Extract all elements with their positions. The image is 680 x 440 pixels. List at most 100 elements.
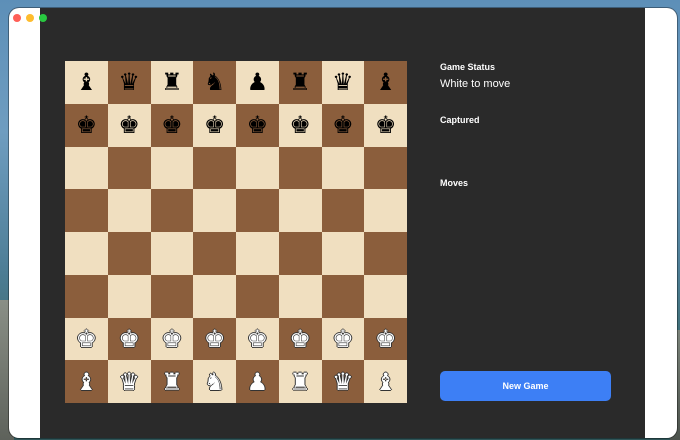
board-square[interactable] [107,189,151,232]
board-square[interactable] [193,274,236,318]
white-rook-icon[interactable]: ♜ [289,370,311,394]
white-king-icon[interactable]: ♚ [118,327,140,351]
board-square[interactable] [107,146,151,190]
board-square[interactable] [65,146,108,190]
black-king-icon[interactable]: ♚ [332,113,354,137]
board-square[interactable] [150,274,194,318]
white-bishop-icon[interactable]: ♝ [76,370,98,394]
black-king-icon[interactable]: ♚ [247,113,269,137]
board-square[interactable]: ♛ [107,61,151,104]
black-king-icon[interactable]: ♚ [76,113,98,137]
board-square[interactable]: ♚ [364,317,407,361]
white-king-icon[interactable]: ♚ [161,327,183,351]
board-square[interactable] [236,232,279,275]
white-queen-icon[interactable]: ♛ [332,370,354,394]
black-king-icon[interactable]: ♚ [118,113,140,137]
white-rook-icon[interactable]: ♜ [161,370,183,394]
white-pawn-icon[interactable]: ♟ [247,370,269,394]
board-square[interactable]: ♟ [236,61,279,104]
white-king-icon[interactable]: ♚ [204,327,226,351]
board-square[interactable]: ♚ [193,317,236,361]
new-game-button[interactable]: New Game [440,371,611,401]
board-square[interactable]: ♝ [65,360,108,403]
minimize-button[interactable] [26,14,34,22]
black-rook-icon[interactable]: ♜ [289,70,311,94]
board-square[interactable] [107,274,151,318]
black-queen-icon[interactable]: ♛ [332,70,354,94]
white-king-icon[interactable]: ♚ [289,327,311,351]
board-square[interactable]: ♚ [321,317,365,361]
black-pawn-icon[interactable]: ♟ [247,70,269,94]
board-square[interactable] [364,189,407,232]
board-square[interactable]: ♚ [150,317,194,361]
board-square[interactable]: ♚ [65,103,108,147]
board-square[interactable]: ♜ [150,61,194,104]
board-square[interactable] [321,189,365,232]
board-square[interactable]: ♜ [278,360,322,403]
board-square[interactable]: ♚ [321,103,365,147]
black-king-icon[interactable]: ♚ [289,113,311,137]
board-square[interactable]: ♚ [107,317,151,361]
board-square[interactable]: ♟ [236,360,279,403]
black-knight-icon[interactable]: ♞ [204,70,226,94]
black-rook-icon[interactable]: ♜ [161,70,183,94]
black-queen-icon[interactable]: ♛ [118,70,140,94]
board-square[interactable]: ♜ [278,61,322,104]
board-square[interactable]: ♝ [364,360,407,403]
board-square[interactable]: ♛ [321,360,365,403]
white-king-icon[interactable]: ♚ [247,327,269,351]
board-square[interactable] [364,146,407,190]
board-square[interactable] [236,274,279,318]
board-square[interactable] [236,146,279,190]
board-square[interactable] [65,232,108,275]
board-square[interactable]: ♛ [321,61,365,104]
board-square[interactable] [107,232,151,275]
board-square[interactable] [278,232,322,275]
board-square[interactable] [150,146,194,190]
board-square[interactable] [193,232,236,275]
board-square[interactable] [150,232,194,275]
board-square[interactable] [278,189,322,232]
white-king-icon[interactable]: ♚ [332,327,354,351]
white-bishop-icon[interactable]: ♝ [375,370,397,394]
board-square[interactable] [236,189,279,232]
board-square[interactable] [193,146,236,190]
board-square[interactable] [65,189,108,232]
board-square[interactable] [364,274,407,318]
board-square[interactable]: ♚ [65,317,108,361]
board-square[interactable]: ♛ [107,360,151,403]
board-square[interactable] [150,189,194,232]
board-square[interactable]: ♚ [278,103,322,147]
board-square[interactable] [65,274,108,318]
board-square[interactable]: ♚ [193,103,236,147]
board-square[interactable]: ♚ [236,317,279,361]
close-button[interactable] [13,14,21,22]
black-bishop-icon[interactable]: ♝ [76,70,98,94]
board-square[interactable]: ♝ [65,61,108,104]
board-square[interactable] [321,146,365,190]
black-bishop-icon[interactable]: ♝ [375,70,397,94]
board-square[interactable]: ♚ [150,103,194,147]
board-square[interactable]: ♚ [236,103,279,147]
board-square[interactable] [193,189,236,232]
board-square[interactable]: ♞ [193,360,236,403]
black-king-icon[interactable]: ♚ [161,113,183,137]
board-square[interactable]: ♞ [193,61,236,104]
board-square[interactable] [321,232,365,275]
board-square[interactable] [278,274,322,318]
white-queen-icon[interactable]: ♛ [118,370,140,394]
board-square[interactable] [278,146,322,190]
zoom-button[interactable] [39,14,47,22]
board-square[interactable]: ♜ [150,360,194,403]
white-king-icon[interactable]: ♚ [375,327,397,351]
board-square[interactable]: ♚ [364,103,407,147]
board-square[interactable]: ♚ [278,317,322,361]
white-king-icon[interactable]: ♚ [76,327,98,351]
black-king-icon[interactable]: ♚ [375,113,397,137]
board-square[interactable] [321,274,365,318]
board-square[interactable]: ♚ [107,103,151,147]
white-knight-icon[interactable]: ♞ [204,370,226,394]
board-square[interactable]: ♝ [364,61,407,104]
board-square[interactable] [364,232,407,275]
black-king-icon[interactable]: ♚ [204,113,226,137]
